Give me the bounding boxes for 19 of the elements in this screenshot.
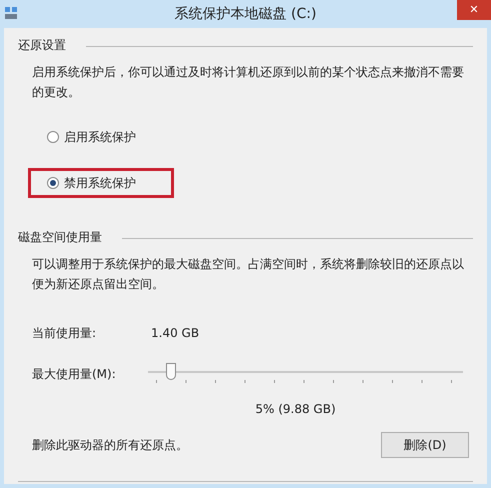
window-title: 系统保护本地磁盘 (C:): [174, 4, 316, 24]
usage-slider[interactable]: [148, 362, 463, 386]
app-icon: [4, 6, 18, 20]
section-heading: 磁盘空间使用量: [18, 229, 102, 246]
delete-description: 删除此驱动器的所有还原点。: [32, 437, 188, 454]
delete-button[interactable]: 删除(D): [381, 432, 469, 458]
description: 可以调整用于系统保护的最大磁盘空间。占满空间时，系统将删除较旧的还原点以便为新还原点留出空间。: [32, 256, 465, 293]
description: 启用系统保护后，你可以通过及时将计算机还原到以前的某个状态点来撤消不需要的更改。: [32, 64, 465, 101]
max-usage-reading: 5% (9.88 GB): [255, 401, 336, 418]
section-heading: 还原设置: [18, 37, 66, 54]
radio-button[interactable]: [47, 131, 59, 143]
close-button[interactable]: ✕: [457, 0, 491, 20]
radio-option[interactable]: 启用系统保护: [47, 128, 136, 146]
radio-option[interactable]: 禁用系统保护: [47, 174, 136, 192]
slider-thumb[interactable]: [166, 363, 176, 380]
max-usage-label: 最大使用量(M):: [32, 366, 117, 383]
radio-button[interactable]: [47, 177, 59, 189]
current-usage-value: 1.40 GB: [151, 325, 200, 342]
current-usage-label: 当前使用量:: [32, 325, 98, 342]
